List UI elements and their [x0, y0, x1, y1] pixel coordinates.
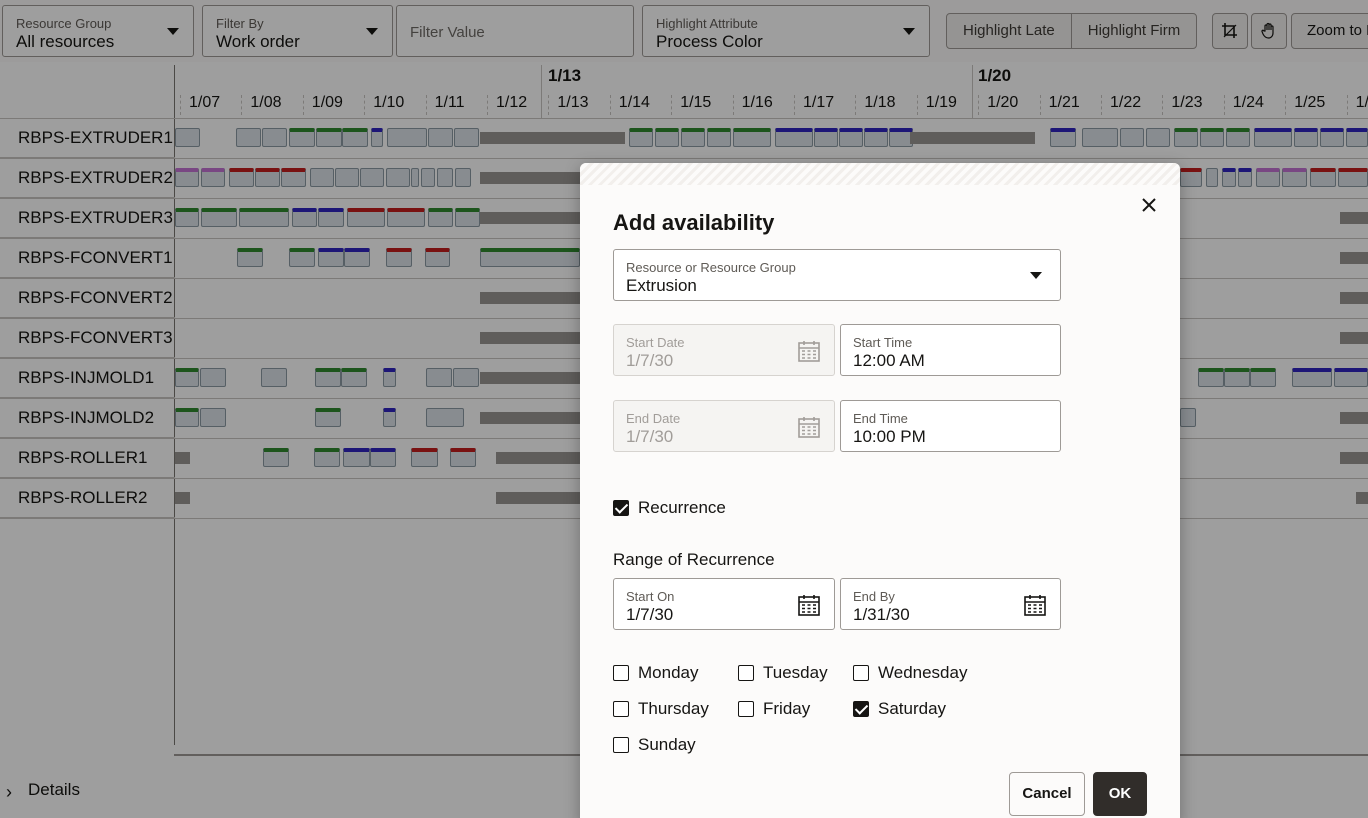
- day-label: Wednesday: [878, 663, 968, 682]
- ok-button[interactable]: OK: [1093, 772, 1147, 816]
- checkbox-icon: [853, 665, 869, 681]
- checkbox-icon: [613, 701, 629, 717]
- start-on-value: 1/7/30: [626, 605, 674, 624]
- checkbox-icon: [613, 737, 629, 753]
- start-time-field[interactable]: Start Time 12:00 AM: [840, 324, 1061, 376]
- resource-label: Resource or Resource Group: [626, 260, 796, 275]
- day-checkbox-sunday[interactable]: Sunday: [613, 735, 696, 755]
- start-time-value: 12:00 AM: [853, 351, 925, 370]
- day-checkbox-thursday[interactable]: Thursday: [613, 699, 709, 719]
- end-time-label: End Time: [853, 411, 908, 426]
- day-label: Monday: [638, 663, 699, 682]
- start-date-field: Start Date 1/7/30: [613, 324, 835, 376]
- day-checkbox-wednesday[interactable]: Wednesday: [853, 663, 967, 683]
- resource-value: Extrusion: [626, 276, 697, 295]
- day-label: Thursday: [638, 699, 709, 718]
- checkbox-checked-icon: [613, 500, 629, 516]
- start-date-value: 1/7/30: [626, 351, 674, 370]
- calendar-icon[interactable]: [797, 593, 821, 617]
- day-label: Friday: [763, 699, 811, 718]
- cancel-button[interactable]: Cancel: [1009, 772, 1085, 816]
- end-date-field: End Date 1/7/30: [613, 400, 835, 452]
- add-availability-dialog: Add availability Resource or Resource Gr…: [580, 163, 1180, 818]
- day-checkbox-tuesday[interactable]: Tuesday: [738, 663, 828, 683]
- end-date-value: 1/7/30: [626, 427, 674, 446]
- day-label: Saturday: [878, 699, 947, 718]
- chevron-down-icon: [1030, 272, 1042, 279]
- checkbox-icon: [738, 665, 754, 681]
- recurrence-checkbox[interactable]: Recurrence: [613, 498, 726, 518]
- day-checkbox-saturday[interactable]: Saturday: [853, 699, 946, 719]
- dialog-header-texture: [580, 163, 1180, 185]
- day-checkbox-monday[interactable]: Monday: [613, 663, 698, 683]
- end-time-field[interactable]: End Time 10:00 PM: [840, 400, 1061, 452]
- day-label: Sunday: [638, 735, 696, 754]
- day-label: Tuesday: [763, 663, 828, 682]
- checkbox-icon: [738, 701, 754, 717]
- end-by-field[interactable]: End By 1/31/30: [840, 578, 1061, 630]
- start-on-label: Start On: [626, 589, 675, 604]
- close-icon[interactable]: [1139, 195, 1159, 215]
- calendar-icon: [798, 341, 820, 362]
- calendar-icon[interactable]: [1023, 593, 1047, 617]
- start-time-label: Start Time: [853, 335, 913, 350]
- end-by-value: 1/31/30: [853, 605, 910, 624]
- resource-select[interactable]: Resource or Resource Group Extrusion: [613, 249, 1061, 301]
- dialog-title: Add availability: [613, 210, 775, 235]
- end-date-label: End Date: [626, 411, 681, 426]
- checkbox-checked-icon: [853, 701, 869, 717]
- day-checkbox-friday[interactable]: Friday: [738, 699, 810, 719]
- range-of-recurrence-title: Range of Recurrence: [613, 550, 775, 569]
- calendar-icon: [798, 417, 820, 438]
- recurrence-label: Recurrence: [638, 498, 726, 517]
- end-by-label: End By: [853, 589, 895, 604]
- end-time-value: 10:00 PM: [853, 427, 926, 446]
- start-date-label: Start Date: [626, 335, 685, 350]
- checkbox-icon: [613, 665, 629, 681]
- start-on-field[interactable]: Start On 1/7/30: [613, 578, 835, 630]
